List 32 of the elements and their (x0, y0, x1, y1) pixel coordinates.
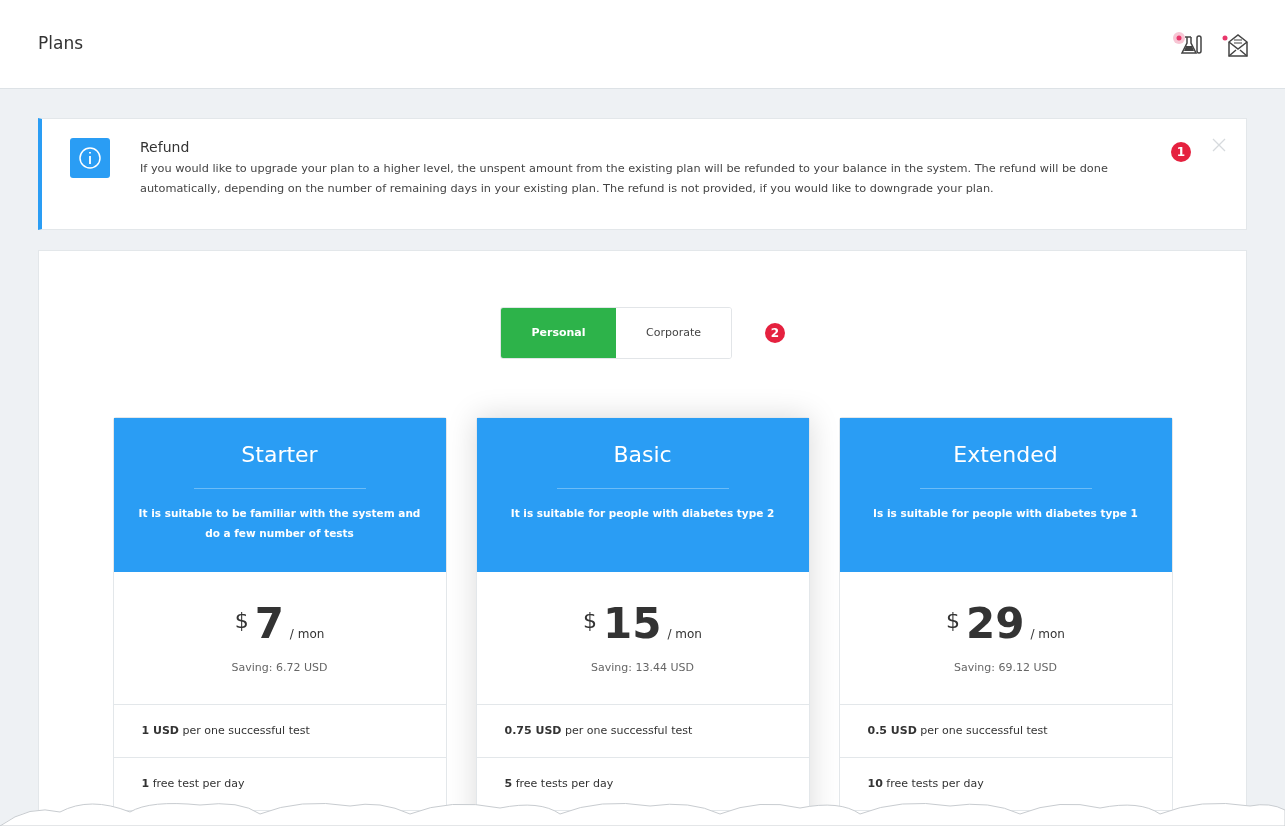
plan-price: 29 (966, 600, 1025, 648)
plan-feature: 10 free tests per day (867, 775, 984, 792)
plan-name: Extended (953, 441, 1058, 469)
plan-name: Starter (241, 441, 318, 469)
info-icon (70, 138, 110, 178)
page-title: Plans (38, 32, 84, 56)
currency-symbol: $ (234, 607, 249, 635)
plan-description: It is suitable to be familiar with the system and do a few number of tests (137, 506, 422, 541)
plan-description: It is suitable for people with diabetes type 2 (509, 506, 776, 521)
plan-feature: 0.5 USD per one successful test (867, 722, 1048, 739)
lab-flask-icon[interactable] (1173, 31, 1203, 57)
alert-message: If you would like to upgrade your plan to a higher level, the unspent amount from the existing plan will be refunded to your balance in the system. The refund will be done automatically, depending on the number of remaining days in your existing plan. The refund is not provided, if you would like to downgrade your plan. (140, 161, 1109, 197)
price-period: / mon (1030, 626, 1065, 643)
saving-amount: Saving: 6.72 USD (231, 660, 328, 676)
close-icon (1212, 138, 1226, 152)
currency-symbol: $ (946, 607, 960, 635)
price-period: / mon (289, 626, 325, 643)
price-period: / mon (667, 626, 702, 643)
currency-symbol: $ (583, 607, 597, 635)
plan-feature: 1 free test per day (141, 775, 245, 792)
plan-name: Basic (613, 441, 672, 469)
plan-feature: 5 free tests per day (504, 775, 614, 792)
plan-feature: 1 USD per one successful test (141, 722, 310, 739)
step-marker: 1 (1171, 142, 1191, 162)
saving-amount: Saving: 69.12 USD (954, 660, 1057, 676)
plan-description: Is is suitable for people with diabetes type 1 (872, 506, 1139, 521)
alert-title: Refund (140, 138, 191, 157)
step-marker: 2 (765, 323, 785, 343)
plan-price: 15 (603, 600, 662, 648)
saving-amount: Saving: 13.44 USD (591, 660, 694, 676)
plan-feature: 0.75 USD per one successful test (504, 722, 693, 739)
plan-price: 7 (254, 600, 284, 648)
